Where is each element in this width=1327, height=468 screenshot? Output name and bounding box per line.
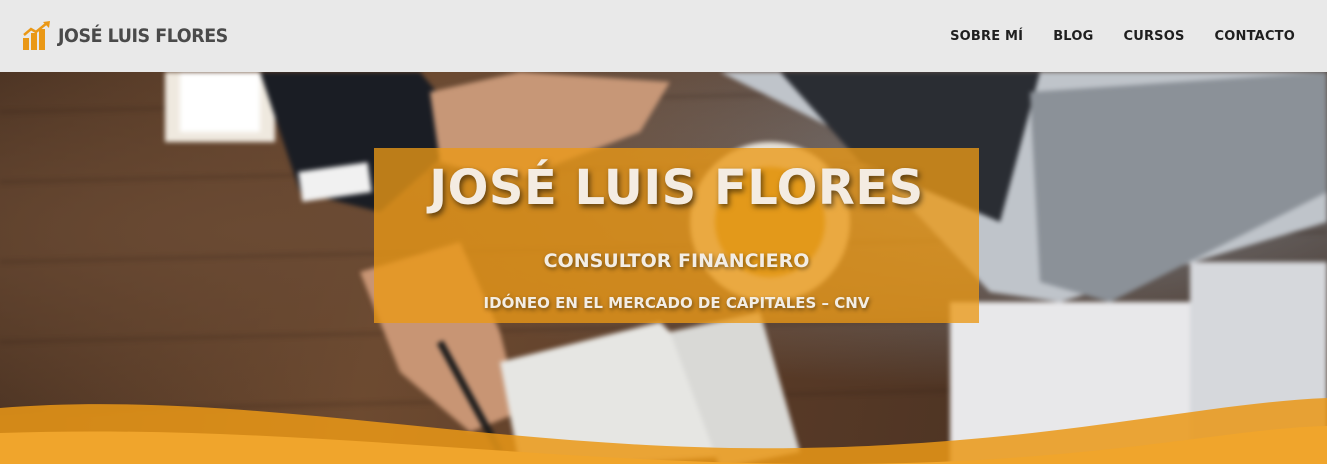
nav-item-sobre-mi[interactable]: SOBRE MÍ	[950, 29, 1023, 44]
hero-tagline: IDÓNEO EN EL MERCADO DE CAPITALES – CNV	[483, 294, 870, 312]
site-header: JOSÉ LUIS FLORES SOBRE MÍ BLOG CURSOS CO…	[0, 0, 1327, 72]
nav-item-blog[interactable]: BLOG	[1053, 29, 1093, 44]
brand-name: JOSÉ LUIS FLORES	[58, 25, 228, 47]
nav-item-contacto[interactable]: CONTACTO	[1215, 29, 1295, 44]
main-nav: SOBRE MÍ BLOG CURSOS CONTACTO	[950, 29, 1295, 44]
hero-title: JOSÉ LUIS FLORES	[429, 160, 924, 216]
orange-wave-divider	[0, 378, 1327, 468]
hero-banner: JOSÉ LUIS FLORES CONSULTOR FINANCIERO ID…	[0, 72, 1327, 468]
brand-logo-link[interactable]: JOSÉ LUIS FLORES	[22, 21, 243, 51]
nav-item-cursos[interactable]: CURSOS	[1123, 29, 1184, 44]
bar-chart-arrow-icon	[23, 21, 50, 50]
hero-subtitle: CONSULTOR FINANCIERO	[543, 250, 810, 272]
hero-title-box: JOSÉ LUIS FLORES CONSULTOR FINANCIERO ID…	[374, 148, 979, 323]
